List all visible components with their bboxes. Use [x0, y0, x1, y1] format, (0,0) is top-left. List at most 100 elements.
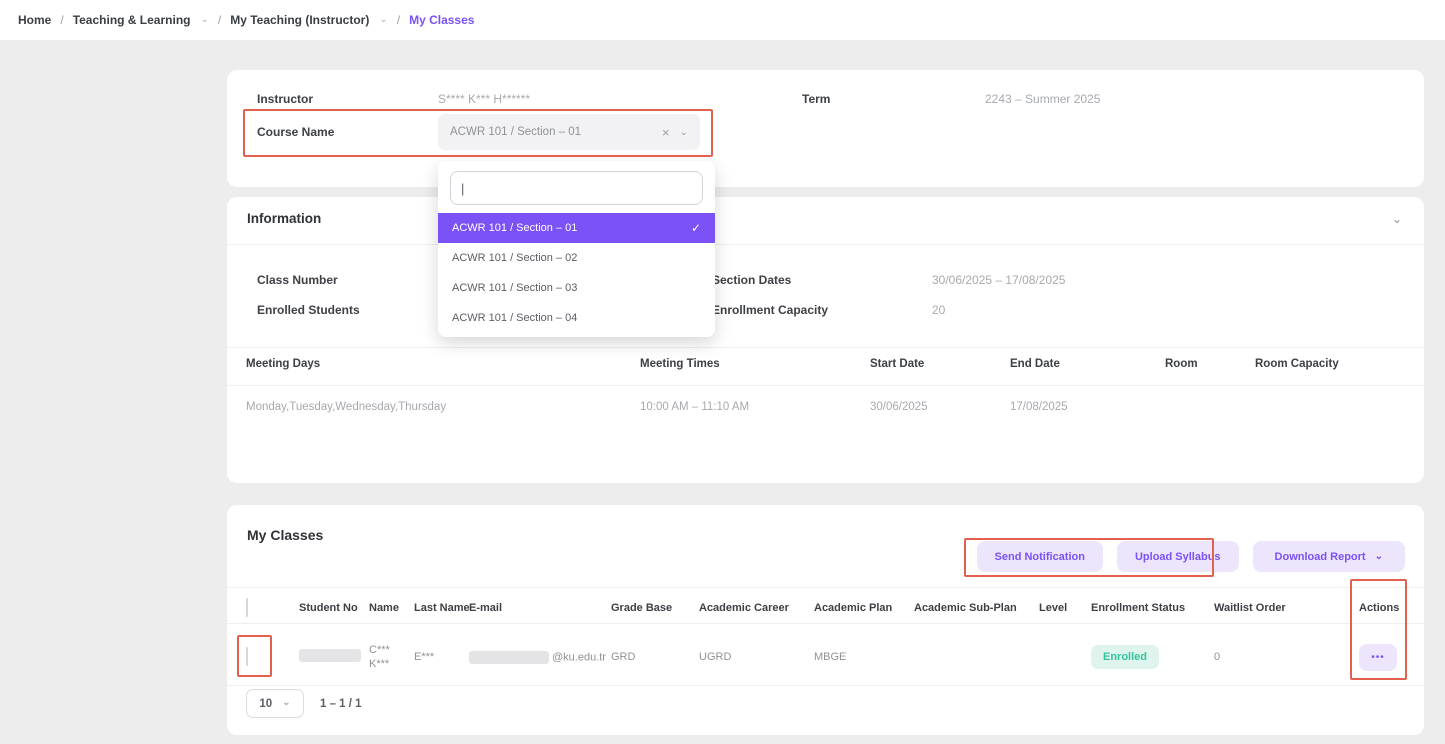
instructor-label: Instructor: [257, 92, 313, 106]
my-classes-title: My Classes: [247, 527, 323, 543]
academic-career-cell: UGRD: [699, 651, 814, 663]
divider: [227, 347, 1424, 348]
enrollment-capacity-value: 20: [932, 303, 945, 317]
chevron-down-icon[interactable]: ⌄: [1392, 212, 1402, 226]
information-card: Information ⌄ Class Number Section Dates…: [227, 197, 1424, 483]
dropdown-option-label: ACWR 101 / Section – 04: [452, 303, 577, 333]
academic-plan-cell: MBGE: [814, 651, 914, 663]
student-table-row: C*** K*** E*** @ku.edu.tr GRD UGRD MBGE …: [227, 627, 1424, 687]
student-last-name-cell: E***: [414, 651, 469, 663]
my-classes-card: My Classes Send Notification Upload Syll…: [227, 505, 1424, 735]
pagination: 10 ⌄ 1 – 1 / 1: [246, 689, 362, 718]
breadcrumb-teaching-learning[interactable]: Teaching & Learning: [73, 13, 191, 27]
divider: [227, 685, 1424, 686]
student-no-redacted: [299, 649, 361, 662]
student-email-cell: @ku.edu.tr: [469, 651, 611, 664]
student-name-cell: C*** K***: [369, 643, 414, 671]
email-redacted: [469, 651, 549, 664]
student-name-line2: K***: [369, 658, 389, 670]
course-name-select[interactable]: ACWR 101 / Section – 01 × ⌄: [438, 114, 700, 150]
instructor-value: S**** K*** H******: [438, 92, 530, 106]
waitlist-order-header: Waitlist Order: [1214, 602, 1359, 614]
dropdown-option-section-03[interactable]: ACWR 101 / Section – 03: [438, 273, 715, 303]
text-caret: |: [461, 181, 464, 196]
last-name-header: Last Name: [414, 602, 469, 614]
course-search-input[interactable]: |: [450, 171, 703, 205]
meeting-days-value: Monday,Tuesday,Wednesday,Thursday: [246, 401, 446, 413]
start-date-value: 30/06/2025: [870, 401, 928, 413]
row-checkbox[interactable]: [246, 647, 248, 666]
row-actions-button[interactable]: •••: [1359, 644, 1397, 671]
student-no-header: Student No: [299, 602, 369, 614]
course-selection-card: Instructor S**** K*** H****** Term 2243 …: [227, 70, 1424, 187]
divider: [227, 244, 1424, 245]
breadcrumb-separator: /: [218, 13, 221, 27]
room-header: Room: [1165, 358, 1198, 370]
divider: [227, 385, 1424, 386]
end-date-header: End Date: [1010, 358, 1060, 370]
academic-sub-plan-header: Academic Sub-Plan: [914, 602, 1039, 614]
actions-header: Actions: [1359, 602, 1419, 614]
dropdown-option-section-02[interactable]: ACWR 101 / Section – 02: [438, 243, 715, 273]
meeting-times-header: Meeting Times: [640, 358, 720, 370]
term-label: Term: [802, 92, 830, 106]
chevron-down-icon: ⌄: [282, 697, 290, 708]
breadcrumb-separator: /: [60, 13, 63, 27]
student-name-line1: C***: [369, 644, 390, 656]
breadcrumb-separator: /: [397, 13, 400, 27]
divider: [227, 623, 1424, 624]
enrollment-capacity-label: Enrollment Capacity: [712, 303, 828, 317]
enrolled-students-label: Enrolled Students: [257, 303, 360, 317]
dropdown-option-section-04[interactable]: ACWR 101 / Section – 04: [438, 303, 715, 333]
breadcrumb-home[interactable]: Home: [18, 13, 51, 27]
check-icon: ✓: [691, 213, 701, 243]
section-dates-label: Section Dates: [712, 273, 791, 287]
send-notification-label: Send Notification: [995, 551, 1085, 563]
dropdown-option-section-01[interactable]: ACWR 101 / Section – 01 ✓: [438, 213, 715, 243]
download-report-button[interactable]: Download Report ⌄: [1253, 541, 1405, 572]
room-capacity-header: Room Capacity: [1255, 358, 1339, 370]
send-notification-button[interactable]: Send Notification: [977, 541, 1103, 572]
chevron-down-icon[interactable]: ⌄: [200, 14, 208, 25]
email-header: E-mail: [469, 602, 611, 614]
grade-base-cell: GRD: [611, 651, 699, 663]
meeting-days-header: Meeting Days: [246, 358, 320, 370]
course-name-label: Course Name: [257, 125, 334, 139]
chevron-down-icon[interactable]: ⌄: [379, 14, 387, 25]
course-dropdown-panel: | ACWR 101 / Section – 01 ✓ ACWR 101 / S…: [438, 161, 715, 337]
meeting-times-value: 10:00 AM – 11:10 AM: [640, 401, 749, 413]
chevron-down-icon[interactable]: ⌄: [680, 127, 688, 138]
select-all-checkbox[interactable]: [246, 598, 248, 617]
clear-icon[interactable]: ×: [662, 125, 670, 140]
section-dates-value: 30/06/2025 – 17/08/2025: [932, 273, 1065, 287]
academic-plan-header: Academic Plan: [814, 602, 914, 614]
breadcrumb-my-classes[interactable]: My Classes: [409, 13, 474, 27]
name-header: Name: [369, 602, 414, 614]
start-date-header: Start Date: [870, 358, 924, 370]
download-report-label: Download Report: [1275, 551, 1366, 563]
enrollment-status-badge: Enrolled: [1091, 645, 1159, 669]
upload-syllabus-button[interactable]: Upload Syllabus: [1117, 541, 1239, 572]
email-domain: @ku.edu.tr: [552, 651, 606, 663]
dropdown-option-label: ACWR 101 / Section – 03: [452, 273, 577, 303]
my-classes-actions: Send Notification Upload Syllabus Downlo…: [977, 541, 1405, 572]
chevron-down-icon: ⌄: [1375, 551, 1383, 562]
waitlist-order-cell: 0: [1214, 651, 1359, 663]
divider: [227, 587, 1424, 588]
upload-syllabus-label: Upload Syllabus: [1135, 551, 1221, 563]
term-value: 2243 – Summer 2025: [985, 92, 1100, 106]
grade-base-header: Grade Base: [611, 602, 699, 614]
dropdown-option-label: ACWR 101 / Section – 02: [452, 243, 577, 273]
page-size-select[interactable]: 10 ⌄: [246, 689, 304, 718]
dropdown-option-label: ACWR 101 / Section – 01: [452, 213, 577, 243]
information-title: Information: [247, 211, 321, 226]
class-number-label: Class Number: [257, 273, 338, 287]
breadcrumb-my-teaching[interactable]: My Teaching (Instructor): [230, 13, 369, 27]
page-size-value: 10: [259, 698, 272, 710]
page-range-label: 1 – 1 / 1: [320, 698, 362, 710]
academic-career-header: Academic Career: [699, 602, 814, 614]
breadcrumb: Home / Teaching & Learning ⌄ / My Teachi…: [0, 0, 1445, 40]
course-name-selected-value: ACWR 101 / Section – 01: [450, 126, 662, 138]
enrollment-status-header: Enrollment Status: [1091, 602, 1214, 614]
students-table-header: Student No Name Last Name E-mail Grade B…: [227, 593, 1424, 623]
